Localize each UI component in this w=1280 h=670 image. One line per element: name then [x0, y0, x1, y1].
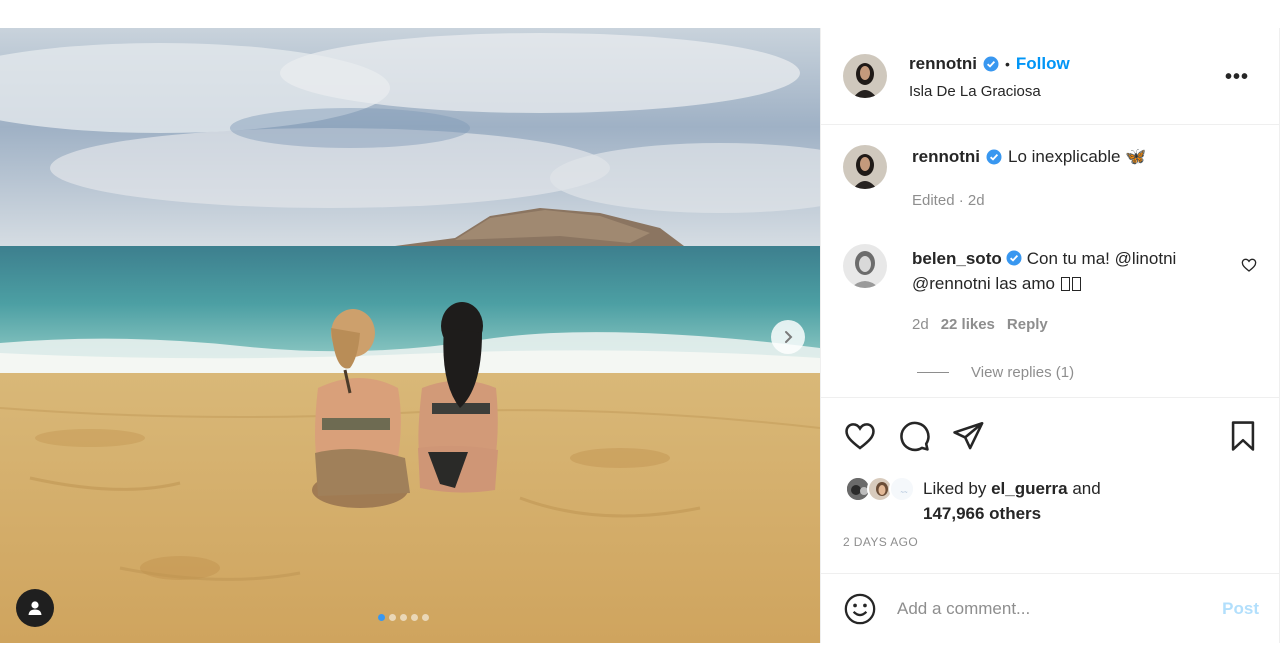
post-header: rennotni • Follow Isla De La Graciosa ••… [821, 28, 1279, 125]
carousel-dot [422, 614, 429, 621]
caption-username[interactable]: rennotni [912, 147, 980, 167]
caption-meta: Edited · 2d [912, 192, 985, 209]
svg-text:~~: ~~ [900, 490, 908, 496]
post-media[interactable] [0, 28, 820, 643]
comment: belen_soto Con tu ma! @linotni @rennotni … [912, 246, 1222, 296]
author-username[interactable]: rennotni [909, 54, 977, 74]
likes-connector: and [1072, 479, 1101, 498]
comment-icon[interactable] [897, 419, 931, 453]
comment-likes[interactable]: 22 likes [941, 316, 995, 333]
post-date[interactable]: 2 DAYS AGO [843, 535, 918, 549]
carousel-dot [389, 614, 396, 621]
user-icon [28, 601, 42, 615]
carousel-next-button[interactable] [771, 320, 805, 354]
carousel-dot [411, 614, 418, 621]
liker-avatars[interactable]: ~~ [845, 476, 915, 504]
carousel-dot [400, 614, 407, 621]
caption-avatar[interactable] [843, 145, 887, 189]
smiley-icon[interactable] [843, 592, 877, 626]
more-options-button[interactable]: ••• [1225, 66, 1249, 89]
post-comment-button[interactable]: Post [1222, 599, 1259, 619]
comment-like-heart-icon[interactable] [1241, 257, 1257, 273]
likes-summary: Liked by el_guerra and 147,966 others [923, 476, 1101, 526]
comment-input[interactable] [897, 598, 1197, 619]
emoji-placeholder [1060, 277, 1070, 291]
follow-button[interactable]: Follow [1016, 54, 1070, 74]
caption: rennotni Lo inexplicable 🦋 [912, 147, 1146, 167]
verified-badge-icon [1006, 250, 1022, 266]
liker-username[interactable]: el_guerra [991, 479, 1068, 498]
beach-photo [0, 28, 820, 643]
carousel-dot [378, 614, 385, 621]
comments-section: rennotni Lo inexplicable 🦋 Edited · 2d b… [821, 125, 1279, 398]
view-replies-label: View replies (1) [971, 364, 1075, 381]
comment-username[interactable]: belen_soto [912, 249, 1002, 268]
post-actions: ~~ Liked by el_guerra and 147,966 others… [821, 399, 1279, 574]
reply-button[interactable]: Reply [1007, 316, 1048, 333]
caption-text: Lo inexplicable 🦋 [1008, 147, 1147, 166]
likes-others[interactable]: 147,966 others [923, 504, 1041, 523]
view-replies-button[interactable]: View replies (1) [917, 364, 1074, 381]
replies-divider [917, 372, 949, 373]
separator-dot: • [1005, 56, 1010, 72]
verified-badge-icon [986, 149, 1002, 165]
chevron-right-icon [785, 331, 793, 343]
heart-icon[interactable] [843, 419, 877, 453]
bookmark-icon[interactable] [1226, 419, 1260, 453]
emoji-placeholder [1071, 277, 1081, 291]
commenter-avatar[interactable] [843, 244, 887, 288]
comment-age: 2d [912, 316, 929, 333]
comment-meta: 2d 22 likes Reply [912, 316, 1048, 333]
post-location[interactable]: Isla De La Graciosa [909, 83, 1041, 100]
send-icon[interactable] [951, 419, 985, 453]
author-avatar[interactable] [843, 54, 887, 98]
verified-badge-icon [983, 56, 999, 72]
tagged-users-button[interactable] [16, 589, 54, 627]
instagram-post: rennotni • Follow Isla De La Graciosa ••… [0, 28, 1280, 643]
carousel-indicator [378, 614, 429, 621]
add-comment-bar: Post [821, 574, 1279, 643]
liker-avatar: ~~ [889, 476, 915, 502]
post-side-panel: rennotni • Follow Isla De La Graciosa ••… [820, 28, 1280, 643]
likes-prefix: Liked by [923, 479, 987, 498]
